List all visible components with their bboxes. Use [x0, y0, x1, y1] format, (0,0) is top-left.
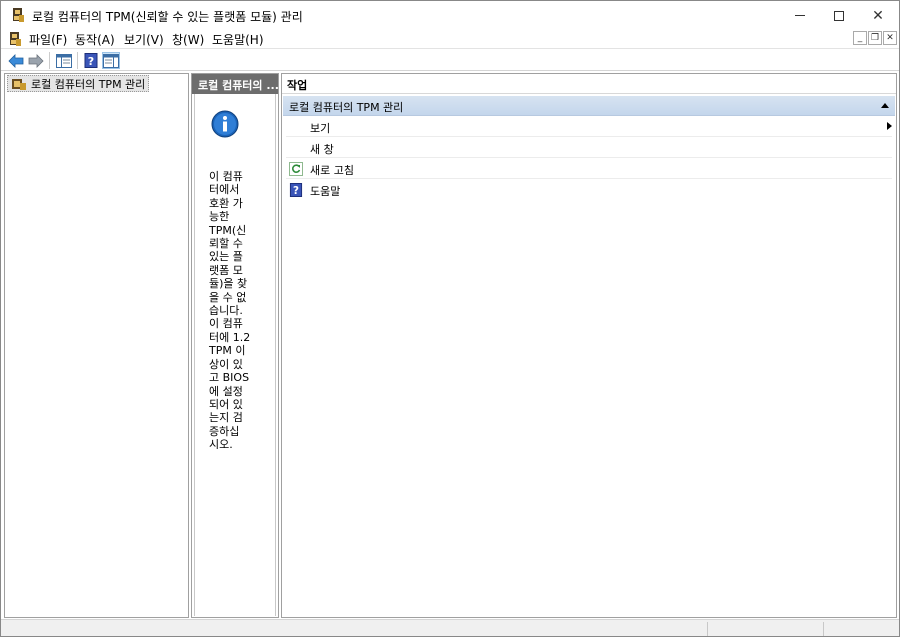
action-label: 보기 [310, 122, 331, 135]
toolbar-separator [77, 52, 78, 69]
message-line: 있는 플 [209, 250, 243, 264]
message-line: 증하십 [209, 424, 240, 438]
message-line: 습니다. [209, 304, 243, 318]
back-arrow-icon [8, 53, 24, 68]
toolbar-separator [49, 52, 50, 69]
info-icon [211, 110, 239, 138]
tpm-not-found-message: 이 컴퓨 터에서 호환 가 능한 TPM(신 뢰할 수 있는 플 랫폼 모 듈)… [209, 170, 271, 452]
menu-window[interactable]: 창(W) [170, 31, 206, 48]
back-button[interactable] [7, 52, 25, 69]
status-bar-divider [707, 622, 708, 636]
forward-button[interactable] [27, 52, 45, 69]
message-line: 이 컴퓨 [209, 170, 243, 183]
actions-section-header[interactable]: 로컬 컴퓨터의 TPM 관리 [283, 96, 895, 116]
close-icon: ✕ [872, 7, 884, 24]
svg-text:?: ? [88, 55, 94, 68]
show-hide-console-tree-button[interactable] [55, 52, 73, 69]
message-line: 뢰할 수 [209, 237, 243, 251]
refresh-icon [289, 162, 303, 176]
minimize-icon [795, 15, 805, 16]
show-hide-console-tree-icon [56, 53, 72, 68]
action-new-window[interactable]: 새 창 [286, 138, 892, 158]
help-button[interactable]: ? [82, 52, 100, 69]
message-line: 을 수 없 [209, 290, 247, 304]
menu-action[interactable]: 동작(A) [73, 31, 117, 48]
actions-pane: 작업 로컬 컴퓨터의 TPM 관리 보기 새 창 새로 고침 ? 도움말 [281, 73, 897, 618]
mdi-minimize-button[interactable]: _ [853, 31, 867, 45]
svg-text:?: ? [293, 185, 299, 197]
show-hide-action-pane-button[interactable] [102, 52, 120, 69]
menu-file[interactable]: 파일(F) [27, 31, 69, 48]
message-line: 상이 있 [209, 357, 243, 371]
result-pane-header: 로컬 컴퓨터의 ... [192, 74, 278, 94]
status-bar-divider [823, 622, 824, 636]
message-line: 이 컴퓨 [209, 317, 243, 331]
result-pane: 로컬 컴퓨터의 ... 이 컴퓨 터에서 호환 가 능한 TPM(신 뢰할 수 … [191, 73, 279, 618]
mdi-close-button[interactable]: ✕ [883, 31, 897, 45]
mdi-controls: _ ❐ ✕ [853, 31, 897, 45]
action-view[interactable]: 보기 [286, 117, 892, 137]
submenu-arrow-icon [887, 122, 892, 130]
maximize-icon [834, 10, 844, 21]
close-button[interactable]: ✕ [855, 1, 899, 30]
message-line: TPM(신 [209, 223, 247, 237]
action-help[interactable]: ? 도움말 [286, 180, 892, 200]
forward-arrow-icon [28, 53, 44, 68]
show-hide-action-pane-icon [103, 53, 119, 68]
actions-section-title: 로컬 컴퓨터의 TPM 관리 [289, 101, 404, 114]
title-bar: 로컬 컴퓨터의 TPM(신뢰할 수 있는 플랫폼 모듈) 관리 ✕ [1, 1, 899, 30]
message-line: TPM 이 [209, 344, 246, 358]
message-line: 터에서 [209, 183, 240, 197]
tpm-snapin-icon [13, 8, 24, 22]
collapse-up-icon[interactable] [881, 103, 889, 108]
action-label: 도움말 [310, 185, 341, 198]
mdi-restore-button[interactable]: ❐ [868, 31, 882, 45]
tpm-snapin-icon [12, 79, 26, 90]
mmc-window: 로컬 컴퓨터의 TPM(신뢰할 수 있는 플랫폼 모듈) 관리 ✕ 파일(F) … [0, 0, 900, 637]
message-line: 시오. [209, 438, 233, 452]
help-icon: ? [84, 53, 98, 68]
message-line: 호환 가 [209, 196, 243, 210]
action-label: 새 창 [310, 143, 334, 156]
message-line: 고 BIOS [209, 371, 250, 385]
message-line: 터에 1.2 [209, 330, 251, 344]
action-refresh[interactable]: 새로 고침 [286, 159, 892, 179]
actions-pane-header: 작업 [282, 74, 896, 94]
menu-help[interactable]: 도움말(H) [210, 31, 266, 48]
message-line: 듈)을 찾 [209, 277, 248, 291]
result-pane-body: 이 컴퓨 터에서 호환 가 능한 TPM(신 뢰할 수 있는 플 랫폼 모 듈)… [194, 94, 276, 616]
action-label: 새로 고침 [310, 164, 354, 177]
menu-bar: 파일(F) 동작(A) 보기(V) 창(W) 도움말(H) _ ❐ ✕ [1, 30, 899, 48]
console-tree-pane: 로컬 컴퓨터의 TPM 관리 [4, 73, 189, 618]
system-menu-icon[interactable] [7, 31, 23, 47]
toolbar: ? [1, 48, 899, 71]
help-icon: ? [289, 183, 303, 197]
tree-item-tpm-management[interactable]: 로컬 컴퓨터의 TPM 관리 [7, 75, 150, 92]
status-bar [1, 619, 899, 636]
menu-view[interactable]: 보기(V) [122, 31, 166, 48]
message-line: 는지 검 [209, 411, 243, 425]
message-line: 능한 [209, 210, 230, 224]
message-line: 에 설정 [209, 384, 243, 398]
message-line: 랫폼 모 [209, 263, 243, 277]
message-line: 되어 있 [209, 397, 243, 411]
tree-item-label: 로컬 컴퓨터의 TPM 관리 [31, 78, 146, 91]
window-title: 로컬 컴퓨터의 TPM(신뢰할 수 있는 플랫폼 모듈) 관리 [32, 10, 303, 24]
